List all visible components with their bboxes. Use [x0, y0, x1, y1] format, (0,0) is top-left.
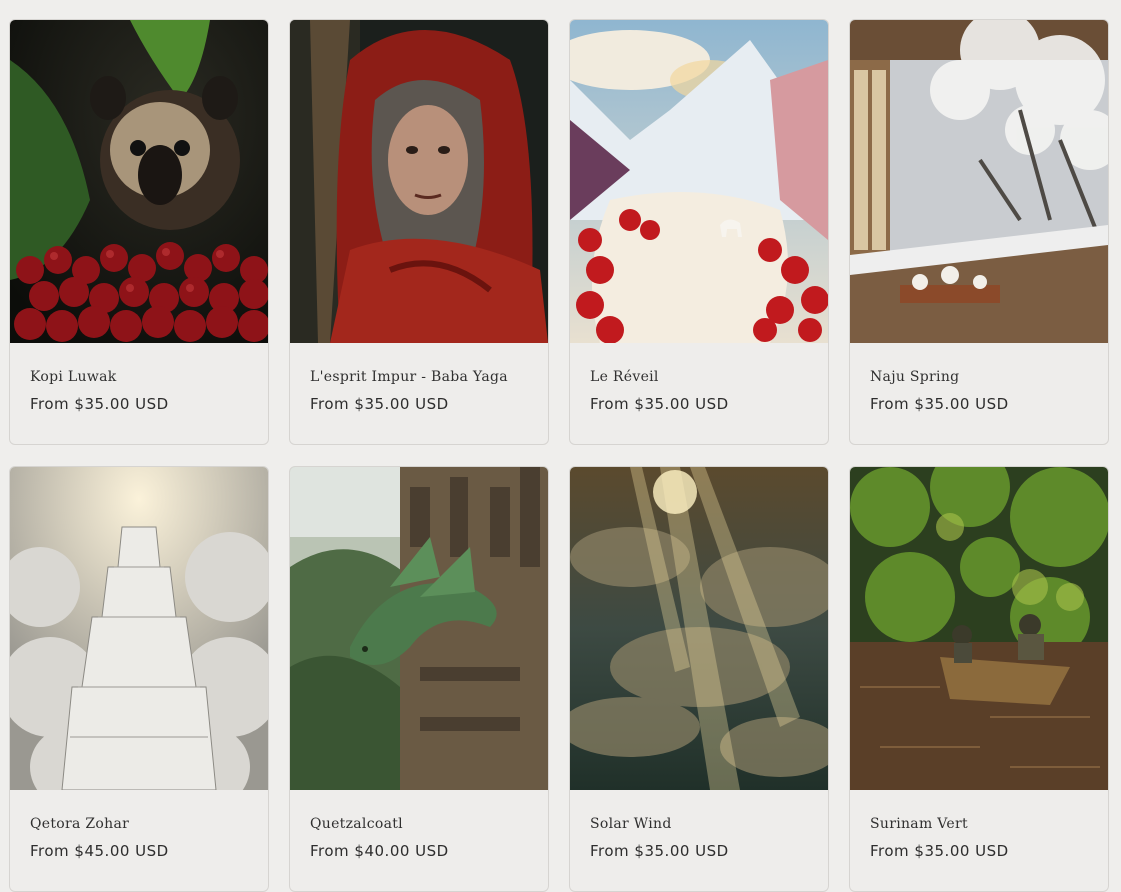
product-card[interactable]: Surinam Vert From $35.00 USD [849, 466, 1109, 892]
product-image[interactable] [850, 467, 1108, 790]
product-title[interactable]: Qetora Zohar [30, 814, 248, 834]
product-card[interactable]: Le Réveil From $35.00 USD [569, 19, 829, 445]
product-grid: Kopi Luwak From $35.00 USD L'esprit Impu… [9, 19, 1109, 892]
product-price: From $45.00 USD [30, 842, 169, 860]
product-price: From $35.00 USD [590, 842, 729, 860]
product-title[interactable]: Solar Wind [590, 814, 808, 834]
product-title[interactable]: L'esprit Impur - Baba Yaga [310, 367, 528, 387]
product-image[interactable] [10, 20, 268, 343]
product-price: From $35.00 USD [870, 842, 1009, 860]
product-price: From $35.00 USD [870, 395, 1009, 413]
product-card[interactable]: Naju Spring From $35.00 USD [849, 19, 1109, 445]
product-card[interactable]: Quetzalcoatl From $40.00 USD [289, 466, 549, 892]
product-title[interactable]: Kopi Luwak [30, 367, 248, 387]
product-image[interactable] [570, 467, 828, 790]
product-card[interactable]: L'esprit Impur - Baba Yaga From $35.00 U… [289, 19, 549, 445]
product-card[interactable]: Kopi Luwak From $35.00 USD [9, 19, 269, 445]
product-card[interactable]: Solar Wind From $35.00 USD [569, 466, 829, 892]
product-card[interactable]: Qetora Zohar From $45.00 USD [9, 466, 269, 892]
product-image[interactable] [570, 20, 828, 343]
product-title[interactable]: Surinam Vert [870, 814, 1088, 834]
product-image[interactable] [850, 20, 1108, 343]
product-image[interactable] [10, 467, 268, 790]
product-price: From $35.00 USD [310, 395, 449, 413]
product-image[interactable] [290, 467, 548, 790]
product-title[interactable]: Le Réveil [590, 367, 808, 387]
product-title[interactable]: Naju Spring [870, 367, 1088, 387]
product-image[interactable] [290, 20, 548, 343]
product-price: From $35.00 USD [590, 395, 729, 413]
product-price: From $35.00 USD [30, 395, 169, 413]
product-price: From $40.00 USD [310, 842, 449, 860]
product-title[interactable]: Quetzalcoatl [310, 814, 528, 834]
